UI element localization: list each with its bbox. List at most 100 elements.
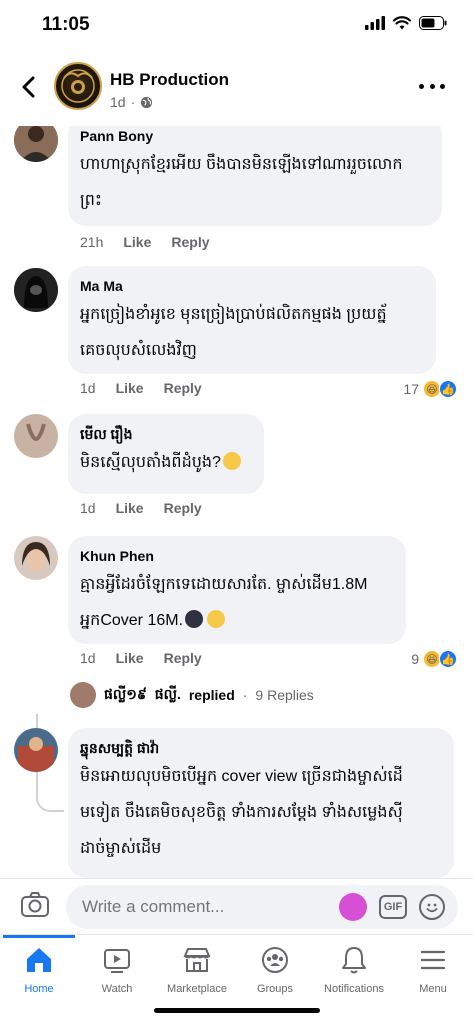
reaction-count: 9 — [411, 651, 419, 667]
avatar[interactable] — [14, 536, 58, 580]
dot-icon — [440, 83, 445, 89]
avatar-sticker-button[interactable] — [339, 893, 367, 921]
camera-icon — [21, 892, 49, 917]
dot-icon — [429, 83, 435, 89]
post-time: 1d — [110, 94, 126, 110]
tab-label: Marketplace — [167, 983, 227, 995]
active-tab-indicator — [3, 935, 75, 938]
comment-text-line: ហាហាស្រុកខ្មែរអើយ ចឹងបានមិនឡើងទៅណាររួចលោ… — [80, 156, 403, 173]
page-avatar[interactable] — [54, 62, 102, 110]
reply-author: ផល្លី១៩ — [104, 685, 147, 702]
comment-text-line: គេចលុបសំលេងវិញ — [80, 342, 197, 359]
avatar-photo — [14, 268, 58, 312]
comment-actions: 1d Like Reply — [80, 380, 202, 396]
like-button[interactable]: Like — [116, 380, 144, 396]
tab-label: Menu — [419, 983, 447, 995]
comment-bubble: មើល រឿង មិនស្មើលុបតាំងពីដំបូង? — [68, 414, 264, 494]
like-button[interactable]: Like — [116, 650, 144, 666]
camera-button[interactable] — [20, 891, 52, 921]
tab-notifications[interactable]: Notifications — [309, 945, 399, 995]
wifi-icon — [393, 16, 411, 30]
reaction-count: 17 — [403, 381, 419, 397]
reply-action: replied — [188, 687, 235, 703]
like-button[interactable]: Like — [116, 500, 144, 516]
groups-icon — [262, 947, 288, 973]
comment-actions: 21h Like Reply — [80, 234, 210, 250]
dot-icon — [419, 83, 424, 89]
avatar[interactable] — [14, 728, 58, 772]
comment-author[interactable]: Khun Phen — [80, 546, 394, 566]
comment-author[interactable]: ឆ្នុនសម្បត្តិ ផាវ៉ា — [80, 738, 442, 758]
composer-tools: GIF — [339, 893, 445, 921]
comment-bubble: Khun Phen គ្មានអ្វីដែរចំឡែកទេដោយសារតែ. ម… — [68, 536, 406, 644]
avatar[interactable] — [14, 268, 58, 312]
comment-time: 1d — [80, 380, 96, 396]
menu-icon — [420, 950, 446, 970]
tab-marketplace[interactable]: Marketplace — [152, 945, 242, 995]
avatar-photo — [14, 536, 58, 580]
reply-button[interactable]: Reply — [171, 234, 209, 250]
like-button[interactable]: Like — [123, 234, 151, 250]
status-icons — [365, 16, 447, 30]
reaction-summary[interactable]: 9 😆 👍 — [411, 650, 457, 668]
comment-actions: 1d Like Reply — [80, 500, 202, 516]
tab-groups[interactable]: Groups — [230, 945, 320, 995]
marketplace-icon — [183, 948, 211, 972]
avatar-photo — [14, 414, 58, 458]
comment-text: អ្នកCover 16M. — [80, 612, 184, 629]
smile-icon — [426, 903, 438, 913]
reply-button[interactable]: Reply — [164, 500, 202, 516]
avatar[interactable] — [14, 126, 58, 162]
new-moon-emoji-icon — [185, 610, 204, 628]
comment-bubble: Ma Ma អ្នកច្រៀងខាំអូខេ មុនច្រៀងប្រាប់ផលិ… — [68, 266, 436, 374]
avatar[interactable] — [14, 414, 58, 458]
home-indicator — [154, 1008, 320, 1013]
comment-text-line: ដាច់ម្ចាស់ដើម — [80, 840, 162, 857]
globe-icon — [141, 96, 153, 108]
comment-author[interactable]: Ma Ma — [80, 276, 424, 296]
comment-author[interactable]: Pann Bony — [80, 126, 430, 146]
reply-count: 9 Replies — [255, 687, 314, 703]
bell-icon — [342, 947, 366, 974]
back-button[interactable] — [14, 72, 42, 102]
avatar-photo — [14, 728, 58, 772]
status-time: 11:05 — [42, 14, 90, 35]
reply-button[interactable]: Reply — [164, 380, 202, 396]
comment-time: 1d — [80, 650, 96, 666]
like-reaction-icon: 👍 — [439, 380, 457, 398]
page-title[interactable]: HB Production — [110, 70, 229, 90]
tab-label: Home — [24, 983, 54, 995]
comment-bubble: Pann Bony ហាហាស្រុកខ្មែរអើយ ចឹងបានមិនឡើង… — [68, 126, 442, 226]
slight-frown-emoji-icon — [207, 610, 226, 628]
home-icon — [27, 948, 51, 972]
comment-bubble: ឆ្នុនសម្បត្តិ ផាវ៉ា មិនអោយលុបមិចបើអ្នក c… — [68, 728, 454, 878]
avatar — [70, 682, 96, 708]
tab-label: Watch — [101, 983, 133, 995]
comment-text-line: អ្នកច្រៀងខាំអូខេ មុនច្រៀងប្រាប់ផលិតកម្មផ… — [80, 306, 387, 323]
comments-list: Pann Bony ហាហាស្រុកខ្មែរអើយ ចឹងបានមិនឡើង… — [0, 126, 473, 878]
watch-icon — [104, 949, 130, 973]
comment-text-line: អ្នកCover 16M. — [80, 604, 394, 638]
comment-text-line: គ្មានអ្វីដែរចំឡែកទេដោយសារតែ. ម្ចាស់ដើម1.… — [80, 576, 368, 593]
comment-author[interactable]: មើល រឿង — [80, 424, 252, 444]
page-logo — [61, 69, 95, 103]
comment-actions: 1d Like Reply — [80, 650, 202, 666]
more-options-button[interactable] — [419, 76, 445, 96]
comment-text-line: មិនស្មើលុបតាំងពីដំបូង? — [80, 446, 252, 480]
view-replies-link[interactable]: ផល្លី១៩ ផល្លី. replied · 9 Replies — [70, 682, 314, 708]
reaction-summary[interactable]: 17 😆 👍 — [403, 380, 457, 398]
emoji-button[interactable] — [419, 894, 445, 920]
status-bar: 11:05 — [0, 0, 473, 52]
gif-button[interactable]: GIF — [379, 895, 407, 919]
reply-by: ផល្លី. — [154, 685, 181, 702]
comment-time: 21h — [80, 234, 104, 250]
post-meta: 1d · — [110, 94, 153, 110]
tab-label: Groups — [256, 983, 294, 995]
comment-text: មិនស្មើលុបតាំងពីដំបូង? — [80, 454, 221, 471]
smile-emoji-icon — [222, 452, 241, 470]
tab-watch[interactable]: Watch — [72, 945, 162, 995]
comment-text-line: មទៀត ចឹងគេមិចសុខចិត្ត ទាំងការសម្តែង ទាំង… — [80, 804, 403, 821]
reply-button[interactable]: Reply — [164, 650, 202, 666]
tab-menu[interactable]: Menu — [388, 945, 473, 995]
post-header: HB Production 1d · — [0, 56, 473, 126]
